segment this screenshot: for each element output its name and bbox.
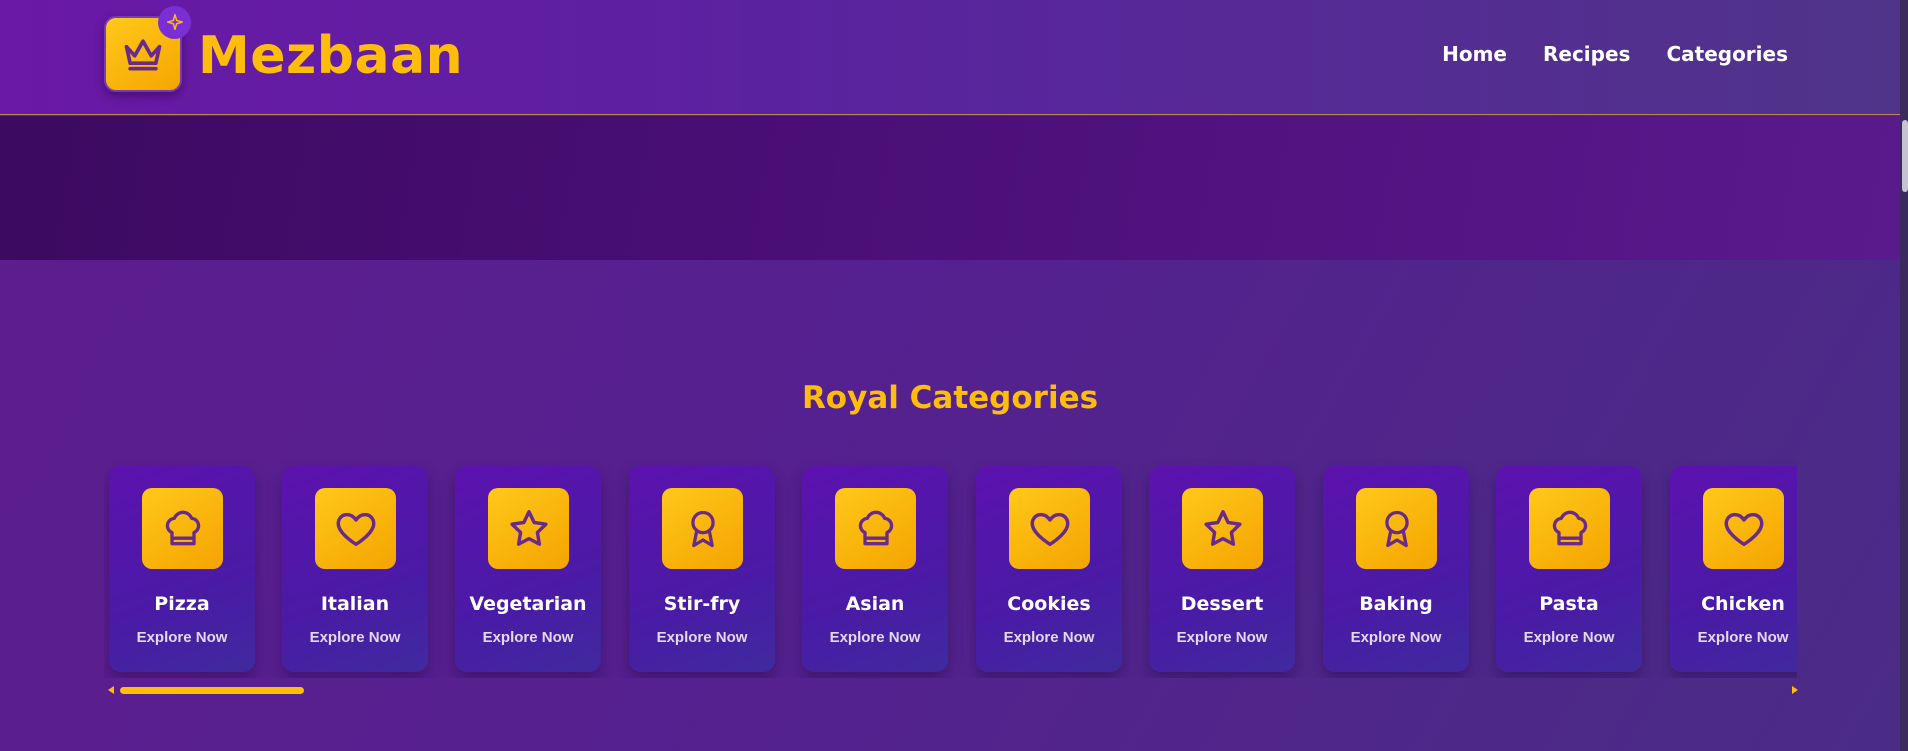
crown-icon xyxy=(124,39,162,71)
category-name: Pasta xyxy=(1539,593,1599,615)
sparkle-badge xyxy=(158,6,191,39)
category-name: Italian xyxy=(320,593,390,615)
sparkle-icon xyxy=(166,13,183,30)
category-card[interactable]: Cookies Explore Now xyxy=(976,466,1122,672)
category-card[interactable]: Italian Explore Now xyxy=(282,466,428,672)
explore-link[interactable]: Explore Now xyxy=(1323,629,1469,646)
category-card[interactable]: Stir-fry Explore Now xyxy=(629,466,775,672)
scroll-left-arrow-icon[interactable] xyxy=(108,686,114,694)
explore-link[interactable]: Explore Now xyxy=(976,629,1122,646)
main-nav: Home Recipes Categories xyxy=(1442,42,1788,66)
chef-hat-icon xyxy=(165,510,200,545)
heart-icon xyxy=(336,512,375,546)
star-icon xyxy=(1203,509,1242,546)
page-scrollbar-thumb[interactable] xyxy=(1902,120,1908,192)
explore-link[interactable]: Explore Now xyxy=(1670,629,1797,646)
brand-name[interactable]: Mezbaan xyxy=(198,24,463,88)
category-name: Asian xyxy=(845,593,905,615)
category-icon-box xyxy=(1356,488,1437,569)
heart-icon xyxy=(1030,512,1069,546)
heart-icon xyxy=(1724,512,1763,546)
chef-hat-icon xyxy=(858,510,893,545)
category-card[interactable]: Chicken Explore Now xyxy=(1670,466,1797,672)
explore-link[interactable]: Explore Now xyxy=(282,629,428,646)
category-name: Pizza xyxy=(154,593,210,615)
page-scrollbar-track[interactable] xyxy=(1900,0,1908,751)
category-card[interactable]: Pasta Explore Now xyxy=(1496,466,1642,672)
section-title: Royal Categories xyxy=(801,380,1099,416)
category-card[interactable]: Vegetarian Explore Now xyxy=(455,466,601,672)
award-icon xyxy=(1384,510,1409,547)
category-icon-box xyxy=(315,488,396,569)
category-name: Cookies xyxy=(1007,593,1091,615)
category-name: Dessert xyxy=(1180,593,1264,615)
category-carousel: Pizza Explore Now Italian Explore Now Ve… xyxy=(104,458,1797,678)
category-icon-box xyxy=(488,488,569,569)
category-name: Baking xyxy=(1359,593,1433,615)
award-icon xyxy=(690,510,715,547)
explore-link[interactable]: Explore Now xyxy=(109,629,255,646)
nav-home[interactable]: Home xyxy=(1442,42,1507,66)
explore-link[interactable]: Explore Now xyxy=(455,629,601,646)
category-icon-box xyxy=(142,488,223,569)
category-icon-box xyxy=(1009,488,1090,569)
scroll-right-arrow-icon[interactable] xyxy=(1792,686,1798,694)
explore-link[interactable]: Explore Now xyxy=(1496,629,1642,646)
category-name: Stir-fry xyxy=(663,593,741,615)
explore-link[interactable]: Explore Now xyxy=(1149,629,1295,646)
carousel-scrollbar-thumb[interactable] xyxy=(120,687,304,694)
category-icon-box xyxy=(835,488,916,569)
carousel-scrollbar[interactable] xyxy=(104,684,1798,696)
hero-banner xyxy=(0,116,1900,260)
category-card[interactable]: Asian Explore Now xyxy=(802,466,948,672)
category-card[interactable]: Dessert Explore Now xyxy=(1149,466,1295,672)
category-name: Vegetarian xyxy=(469,593,587,615)
nav-recipes[interactable]: Recipes xyxy=(1543,42,1630,66)
category-name: Chicken xyxy=(1701,593,1785,615)
nav-categories[interactable]: Categories xyxy=(1666,42,1788,66)
star-icon xyxy=(509,509,548,546)
category-icon-box xyxy=(662,488,743,569)
explore-link[interactable]: Explore Now xyxy=(629,629,775,646)
explore-link[interactable]: Explore Now xyxy=(802,629,948,646)
category-icon-box xyxy=(1182,488,1263,569)
category-card[interactable]: Baking Explore Now xyxy=(1323,466,1469,672)
category-icon-box xyxy=(1529,488,1610,569)
category-icon-box xyxy=(1703,488,1784,569)
site-header: Mezbaan Home Recipes Categories xyxy=(0,0,1900,115)
chef-hat-icon xyxy=(1552,510,1587,545)
category-card[interactable]: Pizza Explore Now xyxy=(109,466,255,672)
